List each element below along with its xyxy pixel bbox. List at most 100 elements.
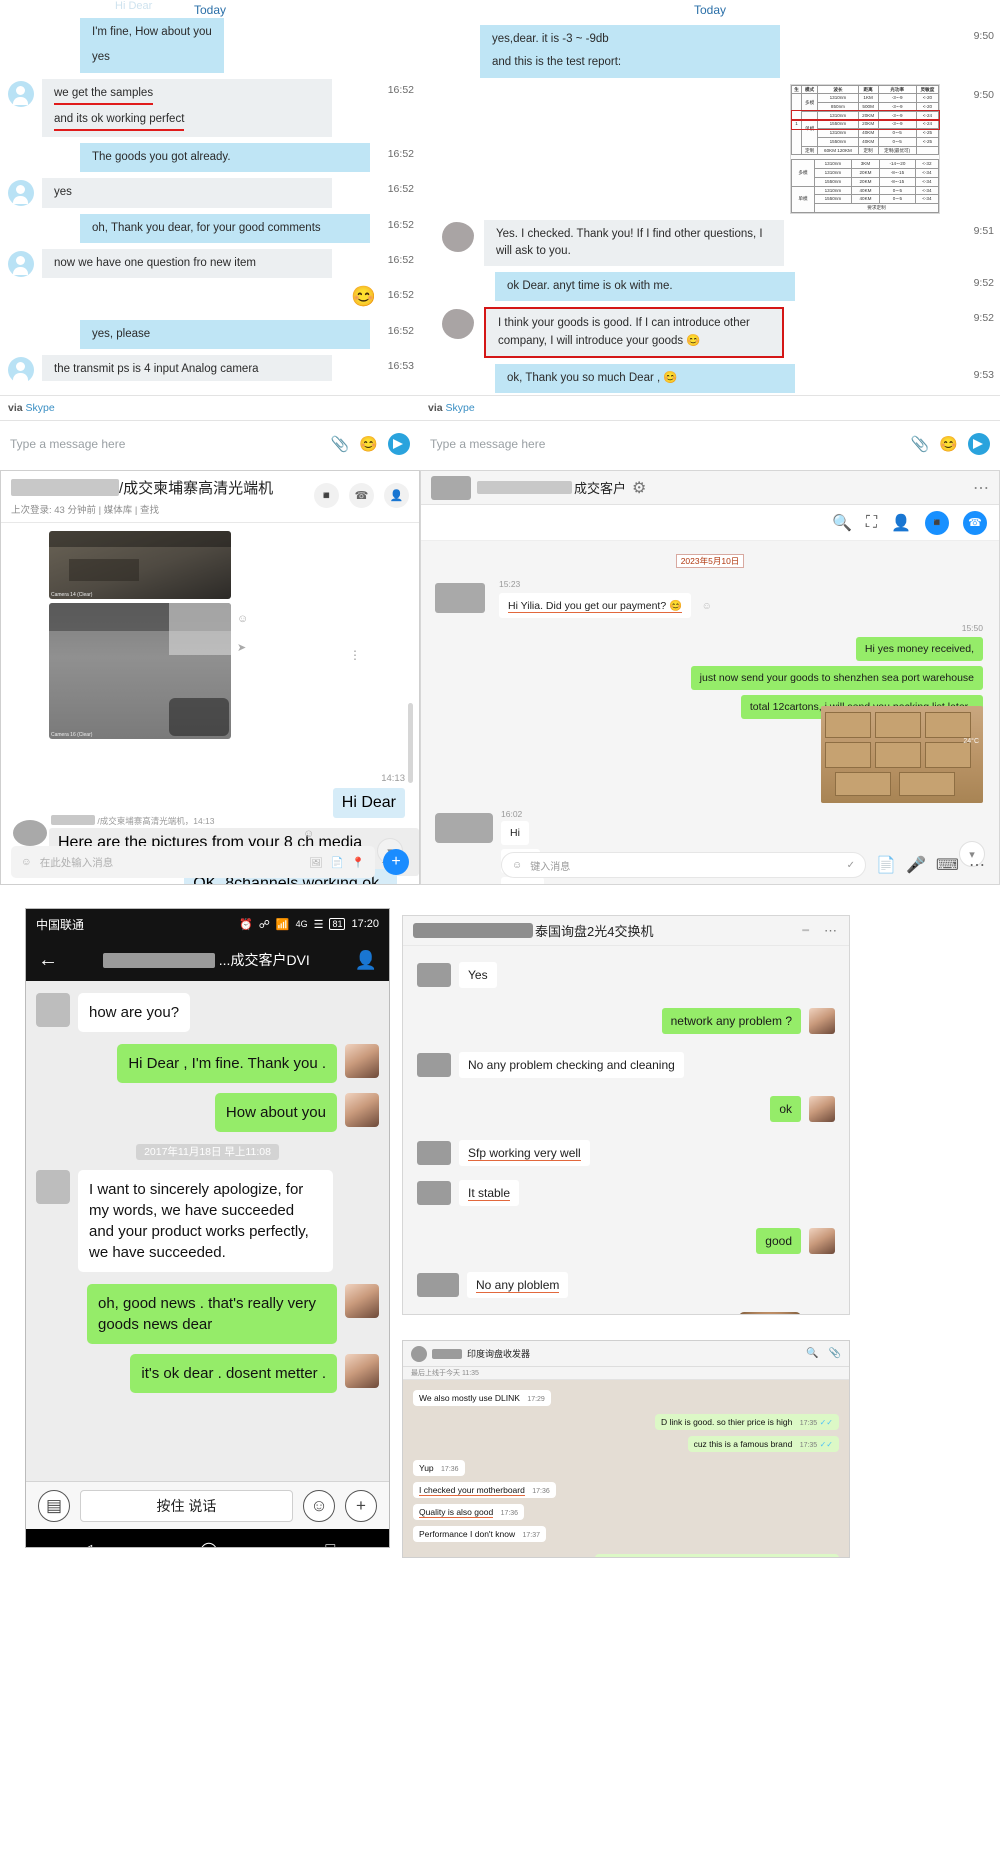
microphone-icon[interactable]: 🎤 <box>906 855 926 875</box>
camera-image-2[interactable]: Camera 16 (Clear) <box>49 603 231 739</box>
skype-link[interactable]: Skype <box>446 402 475 414</box>
message-input-placeholder[interactable]: 键入消息 <box>530 858 838 873</box>
attachment-icon[interactable]: 📎 <box>331 435 350 453</box>
message-input[interactable]: ☺ 键入消息 ✓ <box>501 852 867 878</box>
chat-bubble-incoming[interactable]: Sfp working very well <box>459 1140 590 1166</box>
chat-bubble-incoming[interactable]: It stable <box>459 1180 520 1206</box>
add-person-icon[interactable]: 👤 <box>384 483 409 508</box>
back-button[interactable]: ← <box>38 949 58 972</box>
send-button[interactable] <box>968 432 990 455</box>
chat-bubble-incoming[interactable]: I want to sincerely apologize, for my wo… <box>78 1170 333 1272</box>
message-input-placeholder[interactable]: Type a message here <box>10 437 321 451</box>
message-input-bar[interactable]: Type a message here 📎 😊 <box>420 420 1000 466</box>
chat-bubble-outgoing[interactable]: oh, Thank you dear, for your good commen… <box>80 213 370 243</box>
translate-icon[interactable]: ✓ <box>847 860 855 871</box>
chat-bubble-outgoing[interactable]: cuz this is a famous brand 17:35 ✓✓ <box>687 1436 839 1452</box>
chat-bubble-incoming[interactable]: the transmit ps is 4 input Analog camera <box>42 355 332 382</box>
hold-to-talk-button[interactable]: 按住 说话 <box>80 1489 293 1522</box>
chat-bubble-outgoing[interactable]: ok <box>770 1096 801 1122</box>
minimize-icon[interactable]: ━ <box>802 924 809 937</box>
chat-bubble-outgoing[interactable]: The goods you got already. <box>80 143 370 173</box>
chat-bubble-incoming[interactable]: No any ploblem <box>467 1272 569 1298</box>
chat-bubble-incoming[interactable]: we get the samples and its ok working pe… <box>42 78 332 137</box>
chat-bubble-outgoing[interactable]: D link is good. so thier price is high 1… <box>654 1414 839 1430</box>
file-icon[interactable]: 📄 <box>876 855 896 875</box>
contact-card-icon[interactable]: 📄 <box>331 856 344 869</box>
image-icon[interactable]: 🖼 <box>310 856 323 869</box>
keyboard-icon[interactable]: ⌨ <box>936 855 959 875</box>
message-input-placeholder[interactable]: 在此处输入消息 <box>40 855 302 870</box>
search-icon[interactable]: 🔍 <box>806 1348 818 1359</box>
more-options-icon[interactable]: ⋯ <box>824 923 837 939</box>
chat-bubble-outgoing[interactable]: oh, good news . that's really very goods… <box>87 1284 337 1344</box>
chat-bubble-incoming[interactable]: I checked your motherboard 17:36 <box>413 1482 556 1498</box>
scrollbar-thumb[interactable] <box>408 703 413 783</box>
add-person-icon[interactable]: 👤 <box>891 513 911 533</box>
message-input-bar[interactable]: Type a message here 📎 😊 <box>0 420 420 466</box>
video-call-icon[interactable]: ◾ <box>314 483 339 508</box>
chat-bubble-incoming[interactable]: crazy <box>501 877 575 884</box>
emoji-picker-icon[interactable]: ☺ <box>21 856 32 868</box>
message-input[interactable]: ☺ 在此处输入消息 🖼 📄 📍 <box>11 846 375 878</box>
camera-image-1[interactable]: Camera 14 (Clear) <box>49 531 231 599</box>
sticker-image[interactable]: GOOD baby sticker <box>739 1312 801 1314</box>
chat-bubble-outgoing[interactable]: ok Dear. anyt time is ok with me. <box>495 272 795 302</box>
settings-gear-icon[interactable]: ⚙ <box>632 478 646 498</box>
phone-call-icon[interactable]: ☎ <box>349 483 374 508</box>
forward-icon[interactable]: ➤ <box>237 641 246 654</box>
add-attachment-icon[interactable]: + <box>345 1489 377 1522</box>
chat-bubble-outgoing[interactable]: just now send your goods to shenzhen sea… <box>690 666 983 690</box>
search-icon[interactable]: 🔍 <box>832 513 852 533</box>
cartons-photo[interactable]: 24°C <box>821 706 983 803</box>
chat-bubble-outgoing[interactable]: I'm fine, How about you yes <box>80 18 224 73</box>
chat-bubble-incoming[interactable]: Performance I don't know 17:37 <box>413 1526 547 1542</box>
add-attachment-button[interactable]: + <box>383 849 409 875</box>
more-options-icon[interactable]: ⋮ <box>349 648 361 662</box>
chat-bubble-outgoing[interactable]: good <box>756 1228 801 1254</box>
chat-bubble-outgoing[interactable]: it's ok dear . dosent metter . <box>130 1354 337 1393</box>
chat-bubble-outgoing[interactable]: Hi Dear <box>332 788 405 818</box>
chat-bubble-incoming[interactable]: No any problem checking and cleaning <box>459 1052 684 1078</box>
more-options-icon[interactable]: ⋯ <box>969 855 985 875</box>
chat-bubble-outgoing[interactable]: yes, please <box>80 320 370 350</box>
chat-bubble-outgoing[interactable]: ok, Thank you so much Dear , 😊 <box>495 363 795 393</box>
chat-bubble-incoming[interactable]: yes <box>42 178 332 208</box>
chat-bubble-incoming-highlighted[interactable]: I think your goods is good. If I can int… <box>484 307 784 358</box>
chat-bubble-outgoing[interactable]: network any problem ? <box>661 1008 801 1034</box>
contact-profile-icon[interactable]: 👤 <box>355 950 377 971</box>
video-call-icon[interactable]: ◾ <box>925 510 949 535</box>
recents-nav-icon[interactable]: □ <box>325 1541 335 1547</box>
chat-bubble-incoming[interactable]: Hi Yilia. Did you get our payment? 😊 ☺ <box>499 593 712 618</box>
emoji-react-icon[interactable]: ☺ <box>303 828 314 840</box>
location-icon[interactable]: 📍 <box>352 856 365 869</box>
chat-bubble-outgoing[interactable]: Thank you so much for your good comments… <box>595 1554 839 1557</box>
screenshot-icon[interactable]: ⛶ <box>866 514 877 532</box>
chat-bubble-incoming[interactable]: We also mostly use DLINK 17:29 <box>413 1390 551 1406</box>
attachment-icon[interactable]: 📎 <box>911 435 930 453</box>
emoji-react-icon[interactable]: ☺ <box>702 601 712 612</box>
chat-bubble-incoming[interactable]: Hi <box>501 821 575 845</box>
chat-bubble-incoming[interactable]: Yes. I checked. Thank you! If I find oth… <box>484 219 784 266</box>
more-options-icon[interactable]: ⋯ <box>973 478 989 498</box>
phone-call-icon[interactable]: ☎ <box>963 510 987 535</box>
test-report-image[interactable]: 生 模式 波长 距离 光功率 灵敏度 1 多模 1310nm 1KM -3~-9… <box>790 83 940 214</box>
keyboard-toggle-icon[interactable]: ▤ <box>38 1489 70 1522</box>
emoji-react-icon[interactable]: ☺ <box>237 613 248 625</box>
chat-bubble-outgoing[interactable]: How about you <box>214 1093 337 1132</box>
chat-bubble-incoming[interactable]: Yes <box>459 962 497 988</box>
back-nav-icon[interactable]: ◁ <box>80 1540 92 1547</box>
chat-bubble-outgoing[interactable]: Hi yes money received, <box>691 637 983 661</box>
chat-bubble-incoming[interactable]: Yup 17:36 <box>413 1460 465 1476</box>
chat-bubble-outgoing[interactable]: Hi Dear , I'm fine. Thank you . <box>117 1044 337 1083</box>
emoji-picker-icon[interactable]: 😊 <box>359 435 378 453</box>
chat-bubble-incoming[interactable]: how are you? <box>78 993 191 1032</box>
emoji-picker-icon[interactable]: ☺ <box>512 860 522 871</box>
attachment-icon[interactable]: 📎 <box>829 1348 841 1359</box>
skype-link[interactable]: Skype <box>26 402 55 414</box>
message-input-placeholder[interactable]: Type a message here <box>430 437 901 451</box>
emoji-picker-icon[interactable]: ☺ <box>303 1489 335 1522</box>
emoji-picker-icon[interactable]: 😊 <box>939 435 958 453</box>
chat-bubble-incoming[interactable]: Quality is also good 17:36 <box>413 1504 525 1520</box>
send-button[interactable] <box>388 432 410 455</box>
chat-bubble-outgoing[interactable]: yes,dear. it is -3 ~ -9db and this is th… <box>480 25 780 78</box>
